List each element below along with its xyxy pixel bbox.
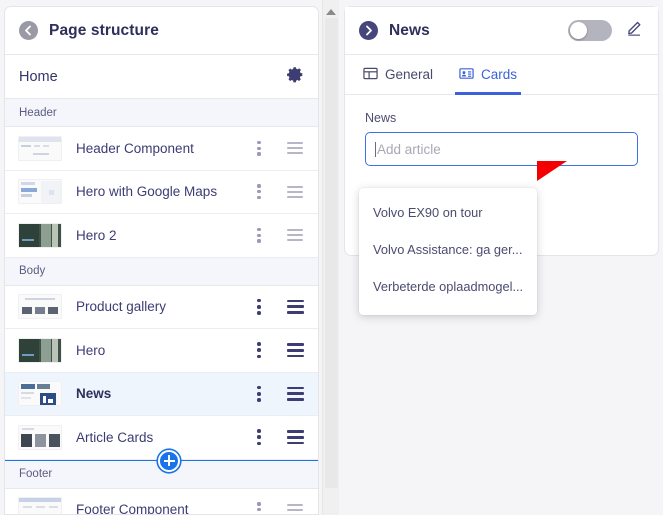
pencil-icon[interactable] (626, 19, 644, 42)
list-item-label: Hero 2 (76, 227, 117, 243)
article-suggestions-dropdown: Volvo EX90 on tour Volvo Assistance: ga … (359, 188, 537, 315)
circle-forward-arrow-icon[interactable] (359, 21, 378, 40)
list-item[interactable]: Hero with Google Maps (5, 170, 318, 214)
enable-toggle[interactable] (568, 20, 612, 41)
dropdown-option[interactable]: Volvo EX90 on tour (359, 194, 537, 231)
dropdown-option-label: Verbeterde oplaadmogel... (373, 279, 524, 294)
drag-handle-icon[interactable] (284, 386, 306, 401)
dropdown-option[interactable]: Verbeterde oplaadmogel... (359, 268, 537, 305)
scrollbar-thumb[interactable] (325, 18, 338, 488)
tab-general[interactable]: General (359, 55, 437, 94)
drag-handle-icon[interactable] (284, 142, 306, 155)
section-header-header: Header (5, 99, 318, 127)
row-menu-icon[interactable] (250, 385, 268, 402)
dropdown-option[interactable]: Volvo Assistance: ga ger... (359, 231, 537, 268)
section-label: Body (19, 265, 46, 277)
component-thumbnail (18, 497, 62, 514)
circle-back-arrow-icon[interactable] (19, 21, 38, 40)
row-menu-icon[interactable] (250, 140, 268, 156)
list-item-label: Header Component (76, 140, 194, 156)
list-item-label: Article Cards (76, 429, 154, 445)
cards-form: News Add article No articles selected (345, 95, 658, 204)
list-item[interactable]: Product gallery (5, 285, 318, 329)
tab-cards[interactable]: Cards (455, 55, 522, 95)
drag-handle-icon[interactable] (284, 299, 306, 314)
row-menu-icon[interactable] (250, 227, 268, 243)
section-label: Footer (19, 468, 53, 480)
section-label: Header (19, 106, 57, 119)
tab-general-label: General (385, 67, 434, 82)
home-label: Home (19, 68, 58, 85)
row-menu-icon[interactable] (250, 429, 268, 446)
component-thumbnail (18, 381, 62, 407)
scroll-up-arrow-icon[interactable] (326, 9, 336, 15)
list-item-label: Hero with Google Maps (76, 184, 218, 200)
list-item[interactable]: Hero (5, 329, 318, 373)
row-menu-icon[interactable] (250, 502, 268, 514)
section-header-body: Body (5, 257, 318, 286)
home-row[interactable]: Home (5, 55, 318, 99)
toggle-knob (570, 22, 587, 39)
news-panel-title: News (389, 21, 430, 39)
layout-icon (363, 66, 378, 84)
drag-handle-icon[interactable] (284, 430, 306, 445)
list-item-news[interactable]: News (5, 372, 318, 416)
app-root: Page structure Home Header Header Compon… (0, 0, 663, 515)
tab-cards-label: Cards (481, 67, 518, 82)
component-thumbnail (18, 424, 62, 450)
red-arrow-cursor (537, 161, 567, 181)
component-thumbnail (18, 135, 62, 161)
list-item-label: Footer Component (76, 502, 189, 515)
component-thumbnail (18, 179, 62, 205)
settings-tabs: General Cards (345, 55, 658, 95)
add-article-placeholder: Add article (377, 141, 441, 157)
row-menu-icon[interactable] (250, 184, 268, 200)
insert-position-line (5, 449, 318, 472)
list-item-label: Product gallery (76, 299, 167, 315)
drag-handle-icon[interactable] (284, 503, 306, 514)
gear-icon[interactable] (287, 66, 304, 88)
list-item-label: News (76, 386, 112, 402)
list-item[interactable]: Header Component (5, 127, 318, 171)
text-caret (375, 141, 376, 157)
drag-handle-icon[interactable] (284, 343, 306, 358)
list-item-label: Hero (76, 342, 106, 358)
page-title: Page structure (49, 21, 159, 39)
vertical-scrollbar[interactable] (322, 0, 339, 515)
dropdown-option-label: Volvo Assistance: ga ger... (373, 242, 523, 257)
news-field-label: News (365, 111, 397, 125)
component-thumbnail (18, 294, 62, 320)
add-component-button[interactable] (158, 449, 180, 472)
component-thumbnail (18, 222, 62, 248)
row-menu-icon[interactable] (250, 342, 268, 359)
list-item[interactable]: Hero 2 (5, 214, 318, 258)
row-menu-icon[interactable] (250, 298, 268, 315)
dropdown-option-label: Volvo EX90 on tour (373, 205, 483, 220)
drag-handle-icon[interactable] (284, 229, 306, 242)
component-thumbnail (18, 337, 62, 363)
page-structure-header: Page structure (5, 7, 318, 55)
add-article-combobox[interactable]: Add article (365, 132, 638, 166)
page-structure-panel: Page structure Home Header Header Compon… (4, 6, 319, 515)
news-panel-header: News (345, 7, 658, 55)
id-card-icon (459, 66, 474, 84)
list-item[interactable]: Footer Component (5, 488, 318, 515)
drag-handle-icon[interactable] (284, 185, 306, 198)
